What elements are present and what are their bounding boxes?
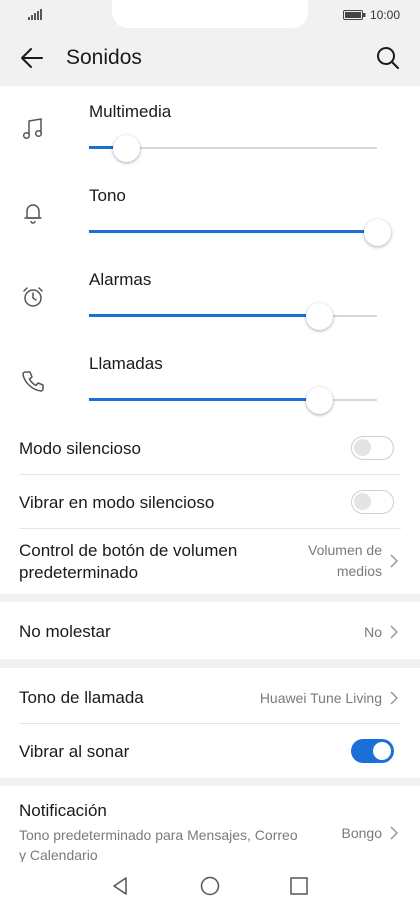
notification-sub-line1: Tono predeterminado para Mensajes, Corre… xyxy=(19,827,298,843)
status-time: 10:00 xyxy=(370,8,401,22)
ring-volume-slider[interactable] xyxy=(89,218,391,246)
vibrate-silent-label: Vibrar en modo silencioso xyxy=(19,493,215,512)
music-note-icon xyxy=(22,118,43,140)
ringtone-label: Tono de llamada xyxy=(19,688,144,707)
alarm-volume-slider[interactable] xyxy=(89,302,377,330)
alarm-clock-icon xyxy=(23,287,43,307)
signal-icon xyxy=(28,9,42,20)
slider-thumb[interactable] xyxy=(306,303,334,330)
status-bar: 10:00 xyxy=(0,0,420,30)
slider-thumb[interactable] xyxy=(113,135,141,162)
ringtone-card: Tono de llamada Huawei Tune Living Vibra… xyxy=(0,668,420,778)
nav-recents-icon[interactable] xyxy=(287,874,311,898)
vibrate-silent-row[interactable]: Vibrar en modo silencioso xyxy=(0,475,420,529)
volume-label: Tono xyxy=(89,186,126,205)
dnd-row[interactable]: No molestar No xyxy=(0,602,420,659)
navigation-bar xyxy=(0,862,420,910)
notification-row[interactable]: Notificación Tono predeterminado para Me… xyxy=(0,786,420,863)
ringtone-value: Huawei Tune Living xyxy=(259,690,382,706)
volume-card: Multimedia Tono Alarmas Llamadas Modo si… xyxy=(0,86,420,594)
battery-icon xyxy=(343,10,366,20)
notification-label: Notificación xyxy=(19,801,107,820)
vibrate-ring-row[interactable]: Vibrar al sonar xyxy=(0,724,420,778)
volume-button-value-line1: Volumen de xyxy=(308,542,382,558)
slider-fill xyxy=(89,398,320,401)
silent-mode-row[interactable]: Modo silencioso xyxy=(0,421,420,475)
chevron-right-icon xyxy=(390,625,399,639)
slider-fill xyxy=(89,314,320,317)
chevron-right-icon xyxy=(390,691,399,705)
slider-fill xyxy=(89,230,377,233)
chevron-right-icon xyxy=(390,826,399,840)
page-title: Sonidos xyxy=(66,46,142,69)
volume-row-alarmas: Alarmas xyxy=(0,270,420,354)
notification-value: Bongo xyxy=(341,825,382,841)
toggle-knob xyxy=(373,742,391,760)
silent-mode-toggle[interactable] xyxy=(351,436,394,460)
search-icon[interactable] xyxy=(374,44,402,72)
notification-card: Notificación Tono predeterminado para Me… xyxy=(0,786,420,863)
vibrate-ring-label: Vibrar al sonar xyxy=(19,742,130,761)
silent-mode-label: Modo silencioso xyxy=(19,439,141,458)
volume-button-row[interactable]: Control de botón de volumen predetermina… xyxy=(0,529,420,594)
multimedia-volume-slider[interactable] xyxy=(89,134,377,162)
back-arrow-icon[interactable] xyxy=(18,44,46,72)
app-header: Sonidos xyxy=(0,30,420,86)
vibrate-ring-toggle[interactable] xyxy=(351,739,394,763)
dnd-label: No molestar xyxy=(19,622,111,641)
phone-icon xyxy=(22,371,44,392)
vibrate-silent-toggle[interactable] xyxy=(351,490,394,514)
call-volume-slider[interactable] xyxy=(89,386,377,414)
volume-button-value-line2: medios xyxy=(336,563,382,579)
toggle-knob xyxy=(354,439,371,456)
volume-row-tono: Tono xyxy=(0,186,420,270)
volume-label: Alarmas xyxy=(89,270,152,289)
nav-back-icon[interactable] xyxy=(108,874,132,898)
toggle-knob xyxy=(354,493,371,510)
nav-home-icon[interactable] xyxy=(198,874,222,898)
volume-row-multimedia: Multimedia xyxy=(0,102,420,186)
volume-label: Llamadas xyxy=(89,354,163,373)
slider-thumb[interactable] xyxy=(306,387,334,414)
ringtone-row[interactable]: Tono de llamada Huawei Tune Living xyxy=(0,668,420,723)
dnd-card: No molestar No xyxy=(0,602,420,659)
chevron-right-icon xyxy=(390,554,399,568)
dnd-value: No xyxy=(364,624,382,640)
slider-thumb[interactable] xyxy=(364,219,391,246)
volume-button-label-line2: predeterminado xyxy=(19,563,139,582)
notch xyxy=(112,0,308,28)
volume-label: Multimedia xyxy=(89,102,172,121)
volume-button-label-line1: Control de botón de volumen xyxy=(19,541,238,560)
bell-icon xyxy=(24,204,42,224)
